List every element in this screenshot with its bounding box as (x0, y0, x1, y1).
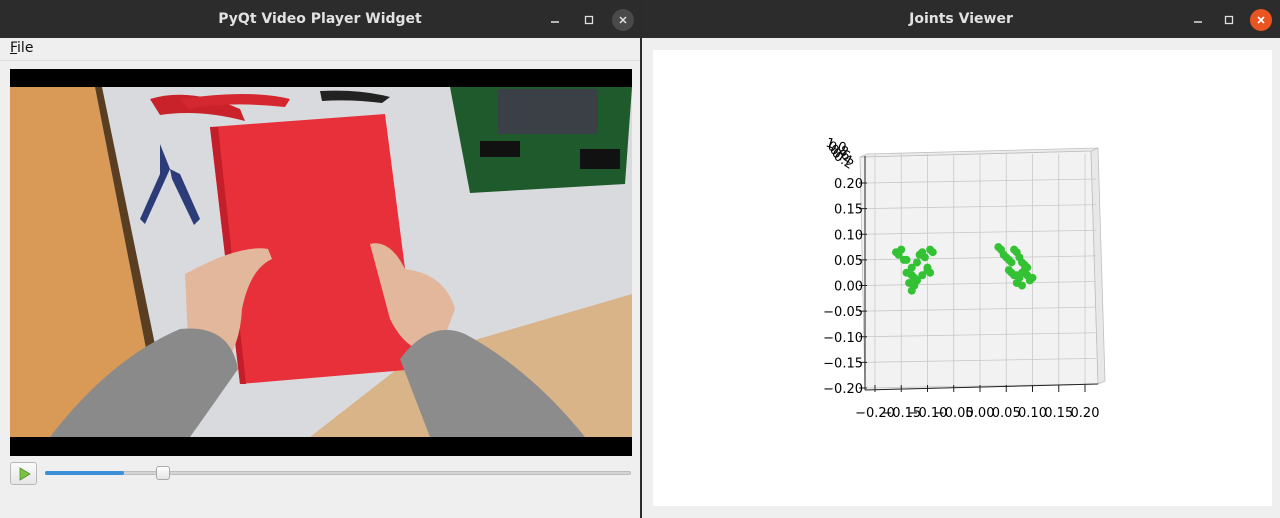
x-tick-label: 0.05 (992, 406, 1021, 421)
scatter-point (918, 271, 927, 280)
scatter-point (913, 258, 921, 267)
menu-bar: File (0, 38, 640, 61)
window-title: Joints Viewer (909, 11, 1013, 27)
y-tick-label: 0.05 (834, 254, 863, 269)
x-tick-label: 0.20 (1071, 406, 1100, 421)
scatter-point (907, 286, 916, 295)
scatter-point (920, 253, 929, 262)
menu-file[interactable]: File (10, 40, 33, 56)
y-tick-label: −0.20 (823, 382, 863, 397)
y-tick-label: 0.20 (834, 177, 863, 192)
scatter-point (902, 255, 911, 264)
maximize-icon (584, 15, 594, 25)
video-frame[interactable] (10, 69, 632, 456)
scatter-point (1018, 281, 1026, 290)
y-tick-label: 0.10 (834, 228, 863, 243)
scatter-point (1028, 273, 1037, 282)
y-tick-label: 0.15 (834, 203, 863, 218)
scatter-point (897, 245, 906, 254)
y-tick-label: −0.10 (823, 331, 863, 346)
scatter-plot: −0.20−0.15−0.10−0.050.000.050.100.150.20… (823, 136, 1106, 421)
maximize-button[interactable] (1218, 9, 1240, 31)
titlebar[interactable]: PyQt Video Player Widget (0, 0, 640, 38)
play-icon (19, 466, 31, 481)
close-button[interactable] (612, 9, 634, 31)
minimize-button[interactable] (544, 9, 566, 31)
play-button[interactable] (10, 462, 37, 485)
video-still (10, 69, 632, 456)
maximize-icon (1224, 15, 1234, 25)
joints-viewer-window: Joints Viewer −0.20 −0.15 −0.10 −0.05 0.00 0.… (642, 0, 1280, 518)
close-icon (619, 16, 627, 24)
x-tick-label: 0.00 (966, 406, 995, 421)
y-tick-label: 0.00 (834, 280, 863, 295)
seek-track (45, 471, 631, 475)
scatter-point (926, 268, 935, 277)
maximize-button[interactable] (578, 9, 600, 31)
x-tick-label: 0.10 (1018, 406, 1047, 421)
seek-slider[interactable] (45, 466, 631, 480)
titlebar[interactable]: Joints Viewer (642, 0, 1280, 38)
video-player-window: PyQt Video Player Widget File (0, 0, 640, 518)
minimize-icon (551, 21, 559, 23)
y-tick-label: −0.15 (823, 356, 863, 371)
seek-handle[interactable] (156, 466, 171, 480)
minimize-icon (1194, 21, 1202, 23)
close-button[interactable] (1250, 9, 1272, 31)
scatter-point (928, 248, 937, 257)
seek-progress-fill (45, 471, 125, 475)
y-tick-label: −0.05 (823, 305, 863, 320)
close-icon (1257, 16, 1265, 24)
minimize-button[interactable] (1187, 9, 1209, 31)
scatter-point (1007, 258, 1016, 267)
plot-canvas[interactable]: −0.20 −0.15 −0.10 −0.05 0.00 0.05 0.10 0.15 0.20… (653, 50, 1272, 506)
x-tick-label: 0.15 (1044, 406, 1073, 421)
